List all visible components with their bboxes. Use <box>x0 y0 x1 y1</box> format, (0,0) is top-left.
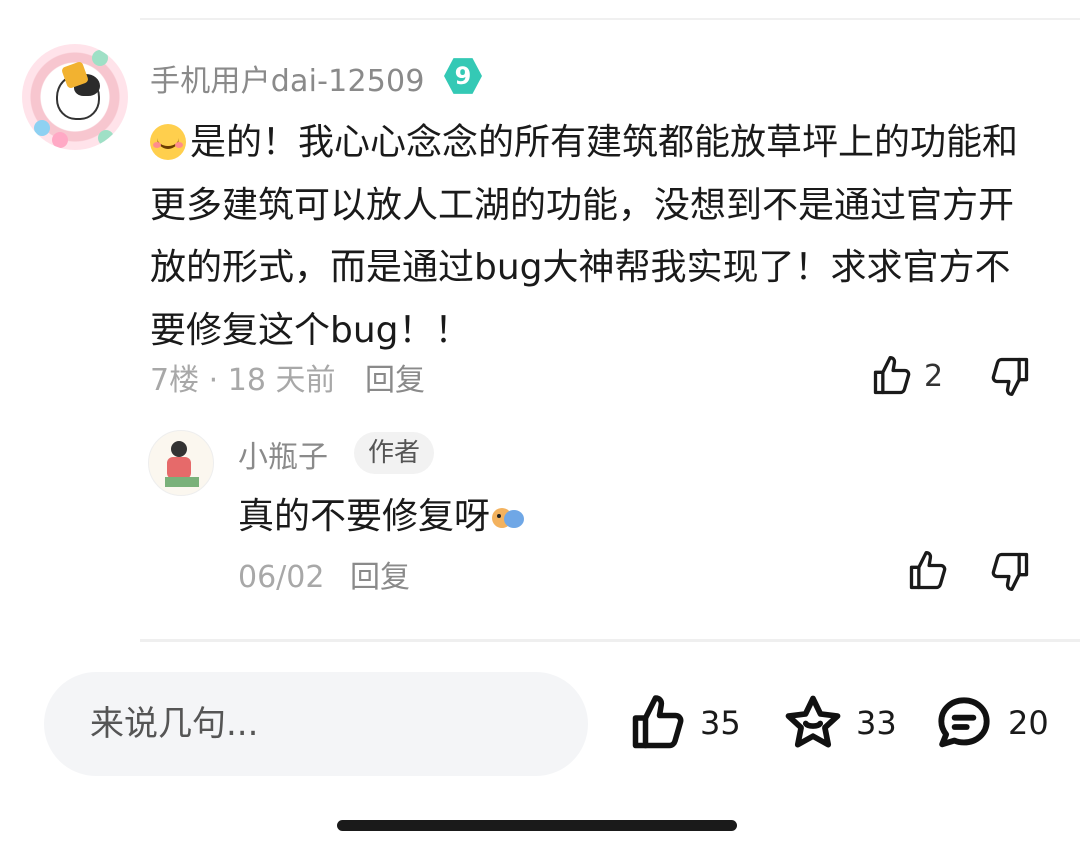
thumb-up-icon <box>909 551 947 590</box>
bird-emoji-icon <box>492 502 525 532</box>
post-like-button[interactable]: 35 <box>628 690 741 756</box>
reply-reply-button[interactable]: 回复 <box>350 560 410 595</box>
thumb-down-icon <box>991 552 1029 591</box>
home-indicator[interactable] <box>337 820 737 831</box>
favorite-button[interactable]: 33 <box>782 690 897 756</box>
meta-separator: · <box>208 363 219 398</box>
reply-avatar[interactable] <box>148 430 214 496</box>
avatar-decoration <box>92 50 108 66</box>
top-divider <box>140 18 1080 20</box>
floor-number: 7楼 <box>150 363 200 398</box>
thumb-down-icon <box>991 357 1029 396</box>
bottom-divider <box>140 639 1080 642</box>
comment-bubble-icon <box>938 697 990 748</box>
favorite-count: 33 <box>856 704 897 742</box>
commenter-avatar[interactable] <box>22 44 128 150</box>
level-badge-icon: 9 <box>444 58 482 94</box>
comment-like-button[interactable]: 2 <box>870 354 943 398</box>
reply-username[interactable]: 小瓶子 <box>238 432 328 476</box>
reply-like-button[interactable] <box>906 549 950 593</box>
thumb-up-icon <box>632 695 684 749</box>
comment-time: 18 天前 <box>227 363 336 398</box>
comment-dislike-button[interactable] <box>988 354 1032 398</box>
comment-body[interactable]: 是的！我心心念念的所有建筑都能放草坪上的功能和更多建筑可以放人工湖的功能，没想到… <box>150 112 1030 362</box>
avatar-decoration <box>34 120 50 136</box>
comment-input[interactable]: 来说几句... <box>44 672 588 776</box>
comments-button[interactable]: 20 <box>932 690 1049 756</box>
avatar-decoration <box>52 132 68 148</box>
commenter-username[interactable]: 手机用户dai-12509 <box>150 56 425 100</box>
reply-meta: 06/02 回复 <box>238 552 410 596</box>
reply-date: 06/02 <box>238 560 325 595</box>
avatar-decoration <box>98 130 114 146</box>
comment-text: 是的！我心心念念的所有建筑都能放草坪上的功能和更多建筑可以放人工湖的功能，没想到… <box>150 122 1019 351</box>
comment-count: 20 <box>1008 704 1049 742</box>
smile-emoji-icon <box>150 124 186 160</box>
reply-button[interactable]: 回复 <box>365 363 425 398</box>
star-icon <box>785 695 841 748</box>
avatar-figure-head <box>171 441 187 457</box>
avatar-figure-base <box>165 477 199 487</box>
thumb-up-icon <box>873 356 911 395</box>
comment-like-count: 2 <box>924 358 944 394</box>
comment-meta: 7楼 · 18 天前 回复 <box>150 355 425 399</box>
reply-dislike-button[interactable] <box>988 549 1032 593</box>
reply-text: 真的不要修复呀 <box>238 496 491 537</box>
author-tag: 作者 <box>354 432 435 474</box>
post-like-count: 35 <box>700 704 741 742</box>
avatar-figure-body <box>167 457 191 479</box>
reply-body[interactable]: 真的不要修复呀 <box>238 492 525 542</box>
